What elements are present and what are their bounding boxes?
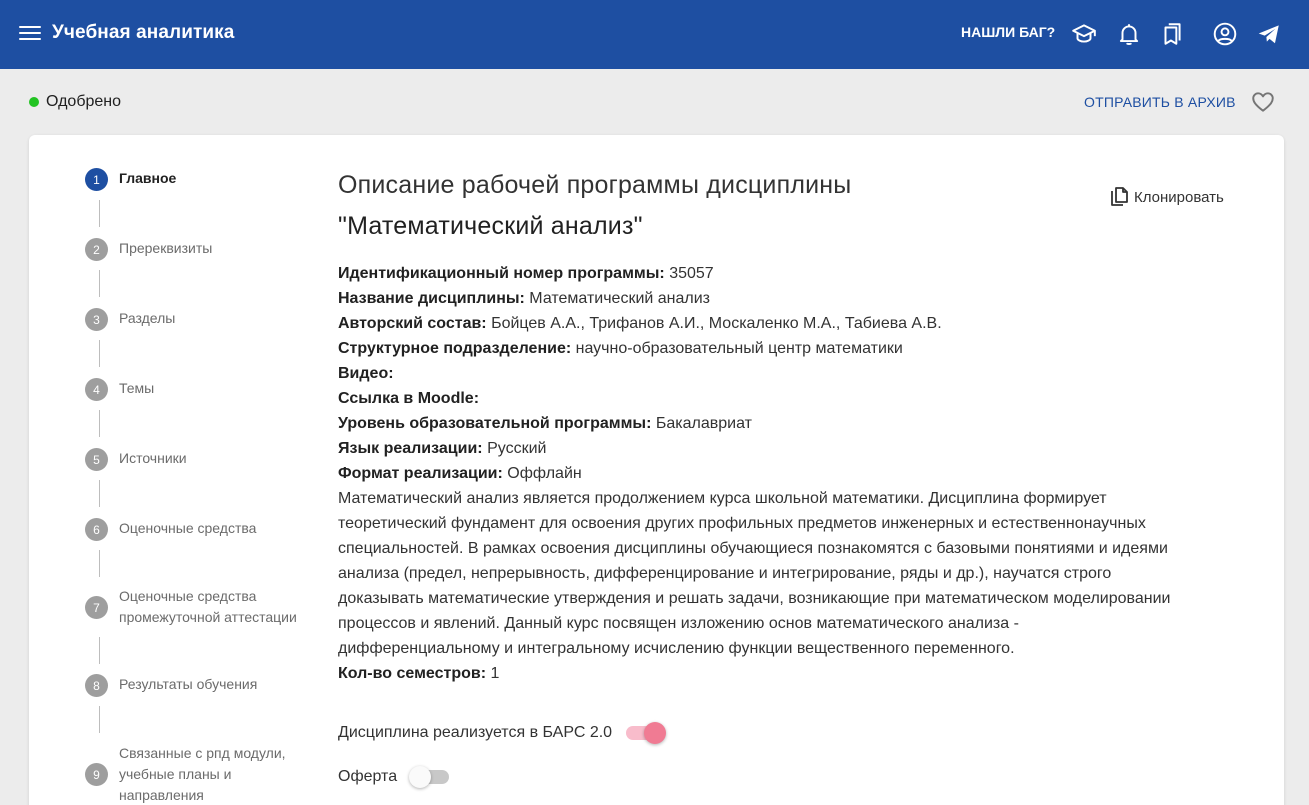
field-division: Структурное подразделение: научно-образо… [338,340,903,357]
field-language: Язык реализации: Русский [338,440,547,457]
content-card: 1 Главное 2 Пререквизиты 3 Разделы 4 Тем… [29,135,1284,805]
step-intermediate-assessment[interactable]: 7 Оценочные средства промежуточной аттес… [85,586,314,628]
discipline-description: Математический анализ является продолжен… [338,490,1171,657]
account-icon[interactable] [1212,21,1238,47]
app-title[interactable]: Учебная аналитика [52,22,234,44]
step-number: 9 [85,763,108,786]
field-moodle-link: Ссылка в Moodle: [338,390,480,407]
step-label: Темы [119,380,155,396]
step-topics[interactable]: 4 Темы [85,378,314,401]
step-number: 8 [85,674,108,697]
graduation-cap-icon[interactable] [1071,21,1097,47]
step-sources[interactable]: 5 Источники [85,448,314,471]
step-main[interactable]: 1 Главное [85,168,314,191]
field-format: Формат реализации: Оффлайн [338,465,582,482]
field-semesters: Кол-во семестров: 1 [338,665,500,682]
step-connector [99,200,100,227]
step-number: 2 [85,238,108,261]
menu-icon[interactable] [19,23,41,43]
offer-toggle-row: Оферта [338,765,453,789]
step-sections[interactable]: 3 Разделы [85,308,314,331]
app-bar: Учебная аналитика НАШЛИ БАГ? [0,0,1309,69]
field-discipline-name: Название дисциплины: Математический анал… [338,290,711,307]
step-label: Связанные с рпд модули, учебные планы и … [119,745,286,803]
offer-toggle-label: Оферта [338,768,398,785]
step-related-modules[interactable]: 9 Связанные с рпд модули, учебные планы … [85,743,314,805]
bell-icon[interactable] [1116,21,1142,47]
field-program-id: Идентификационный номер программы: 35057 [338,265,714,282]
heart-icon[interactable] [1250,89,1276,115]
step-label: Источники [119,450,187,466]
step-connector [99,550,100,577]
step-learning-outcomes[interactable]: 8 Результаты обучения [85,674,314,697]
field-authors: Авторский состав: Бойцев А.А., Трифанов … [338,315,942,332]
step-label: Оценочные средства промежуточной аттеста… [119,588,297,625]
step-number: 3 [85,308,108,331]
telegram-icon[interactable] [1256,21,1282,47]
step-connector [99,637,100,664]
step-label: Результаты обучения [119,676,258,692]
page-title-line2: "Математический анализ" [338,212,643,240]
status-bar: Одобрено ОТПРАВИТЬ В АРХИВ [0,69,1309,135]
step-connector [99,340,100,367]
page-title: Описание рабочей программы дисциплины "М… [338,165,851,247]
bars-toggle[interactable] [624,721,668,745]
field-video: Видео: [338,365,394,382]
bookmarks-icon[interactable] [1159,21,1185,47]
step-assessment-tools[interactable]: 6 Оценочные средства [85,518,314,541]
step-label: Оценочные средства [119,520,257,536]
bars-toggle-label: Дисциплина реализуется в БАРС 2.0 [338,724,613,741]
step-number: 5 [85,448,108,471]
step-connector [99,480,100,507]
step-number: 6 [85,518,108,541]
copy-icon [1111,187,1128,206]
step-prerequisites[interactable]: 2 Пререквизиты [85,238,314,261]
bars-toggle-row: Дисциплина реализуется в БАРС 2.0 [338,721,668,745]
status-text: Одобрено [46,93,122,110]
step-number: 7 [85,596,108,619]
clone-button[interactable]: Клонировать [1108,185,1224,209]
offer-toggle[interactable] [409,765,453,789]
step-connector [99,706,100,733]
page-title-line1: Описание рабочей программы дисциплины [338,171,852,199]
send-to-archive-button[interactable]: ОТПРАВИТЬ В АРХИВ [1084,94,1236,110]
step-connector [99,410,100,437]
step-number: 1 [85,168,108,191]
step-label: Разделы [119,310,176,326]
status-dot [29,97,39,107]
field-program-level: Уровень образовательной программы: Бакал… [338,415,752,432]
step-label: Главное [119,170,177,186]
step-label: Пререквизиты [119,240,213,256]
report-bug-button[interactable]: НАШЛИ БАГ? [961,24,1055,40]
step-connector [99,270,100,297]
clone-label: Клонировать [1134,188,1224,206]
step-number: 4 [85,378,108,401]
program-info: Идентификационный номер программы: 35057… [338,261,1178,686]
